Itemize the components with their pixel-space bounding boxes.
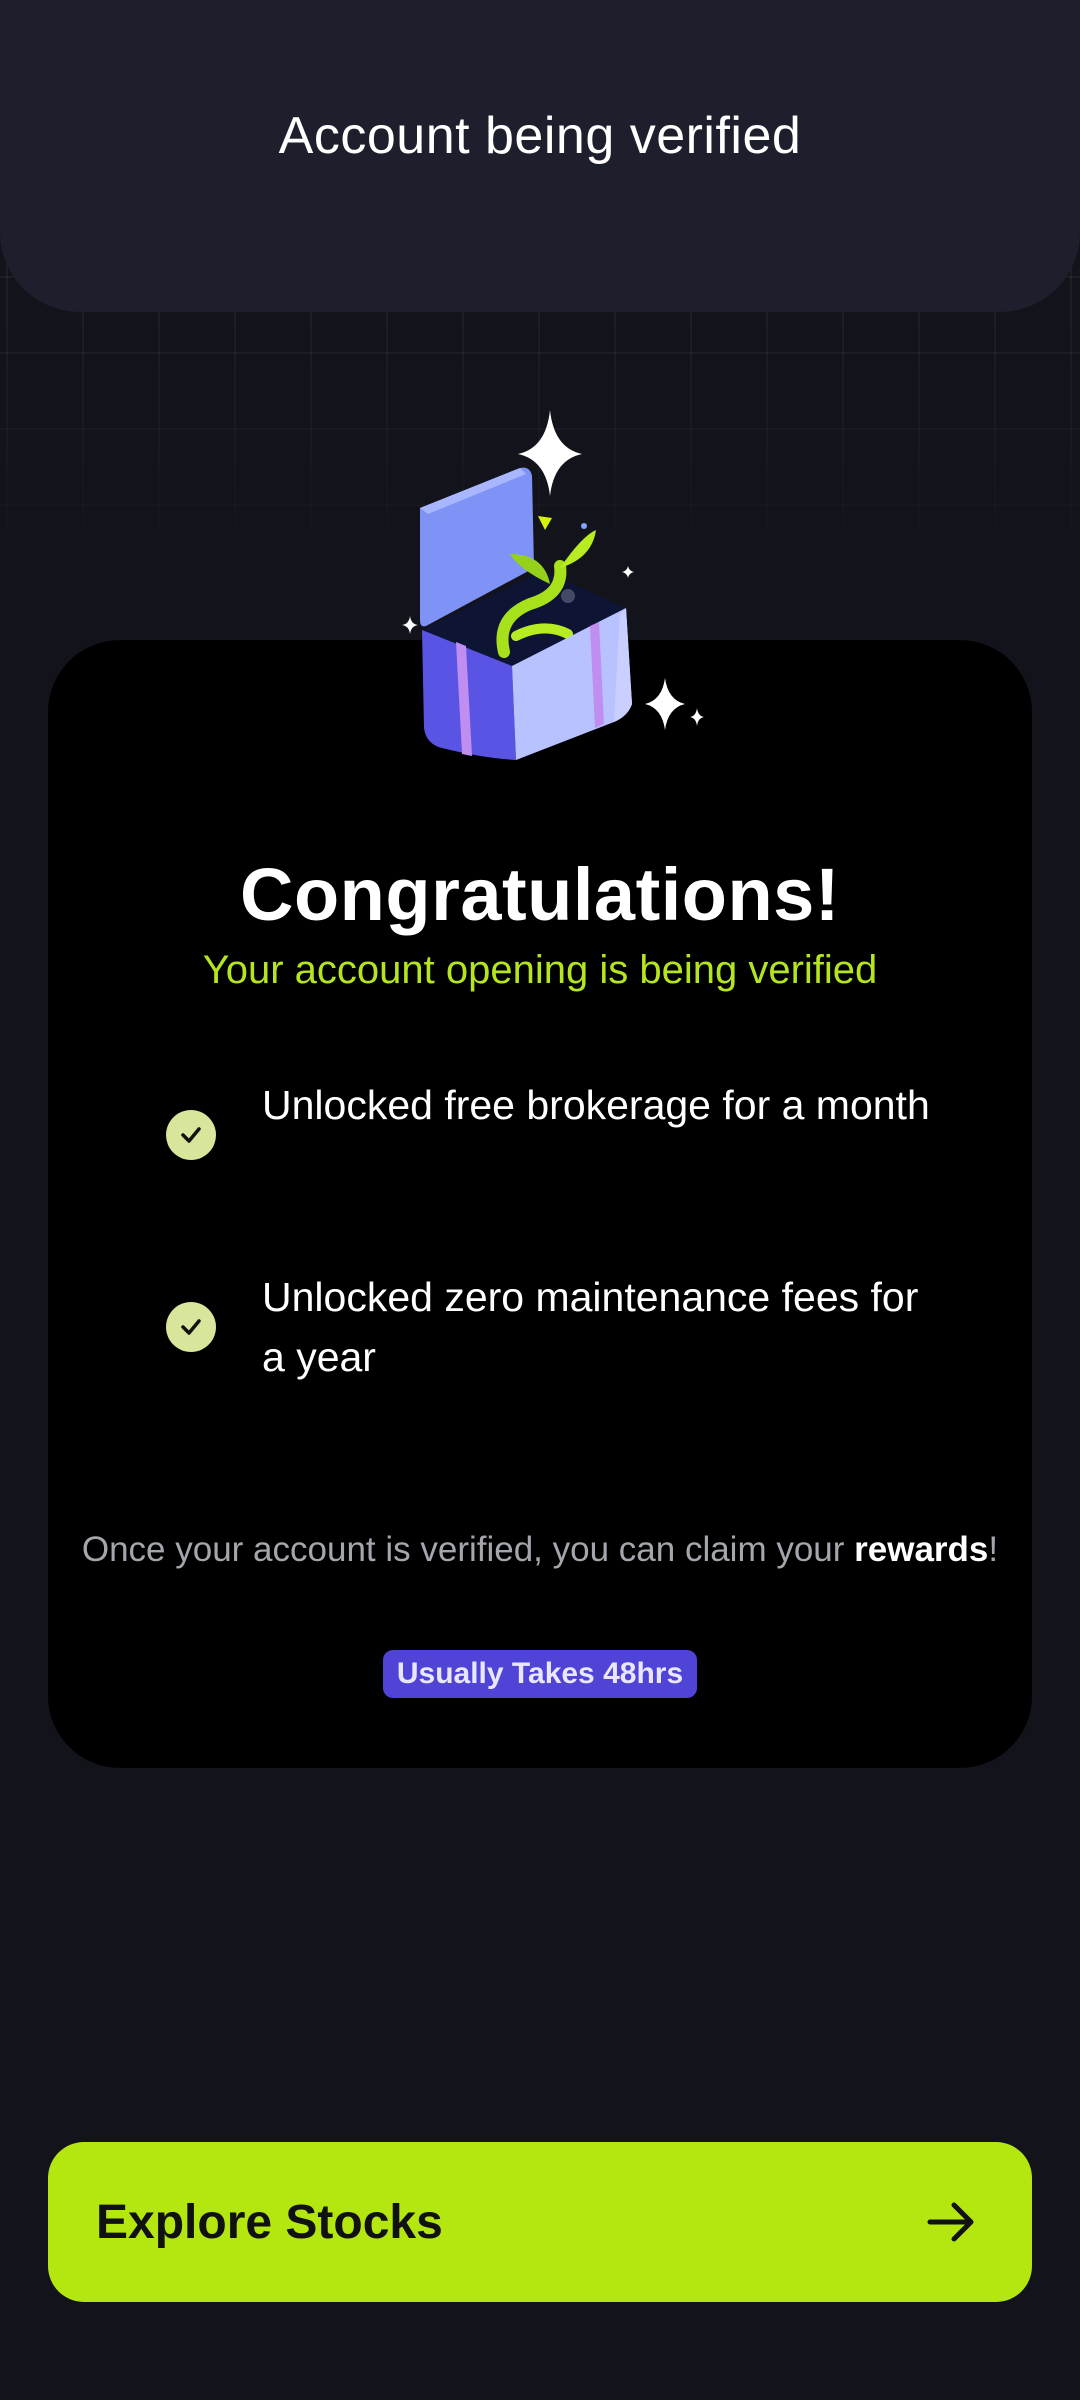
check-circle-icon xyxy=(166,1302,216,1352)
gift-box-illustration xyxy=(402,410,704,760)
page-header: Account being verified xyxy=(0,0,1080,312)
sparkle-icon xyxy=(402,616,418,634)
check-circle-icon xyxy=(166,1110,216,1160)
eta-badge: Usually Takes 48hrs xyxy=(382,1650,698,1698)
explore-stocks-button[interactable]: Explore Stocks xyxy=(48,2142,1032,2302)
benefit-text: Unlocked free brokerage for a month xyxy=(262,1082,930,1128)
benefit-text: Unlocked zero maintenance fees for a yea… xyxy=(262,1274,919,1380)
explore-stocks-label: Explore Stocks xyxy=(96,2195,443,2249)
congratulations-heading: Congratulations! xyxy=(240,853,840,936)
sparkle-icon xyxy=(690,708,704,726)
rewards-highlight: rewards xyxy=(854,1530,989,1569)
sparkle-icon xyxy=(622,566,634,578)
page-title: Account being verified xyxy=(278,107,802,165)
arrow-right-icon xyxy=(927,2202,974,2242)
benefit-item: Unlocked free brokerage for a month xyxy=(160,1070,960,1210)
verification-subtitle: Your account opening is being verified xyxy=(202,948,878,992)
sparkle-icon xyxy=(645,678,685,730)
claim-rewards-note: Once your account is verified, you can c… xyxy=(0,1526,1080,1574)
benefit-item: Unlocked zero maintenance fees for a yea… xyxy=(160,1262,960,1402)
claim-suffix: ! xyxy=(988,1530,999,1569)
claim-text: Once your account is verified, you can c… xyxy=(81,1530,855,1569)
